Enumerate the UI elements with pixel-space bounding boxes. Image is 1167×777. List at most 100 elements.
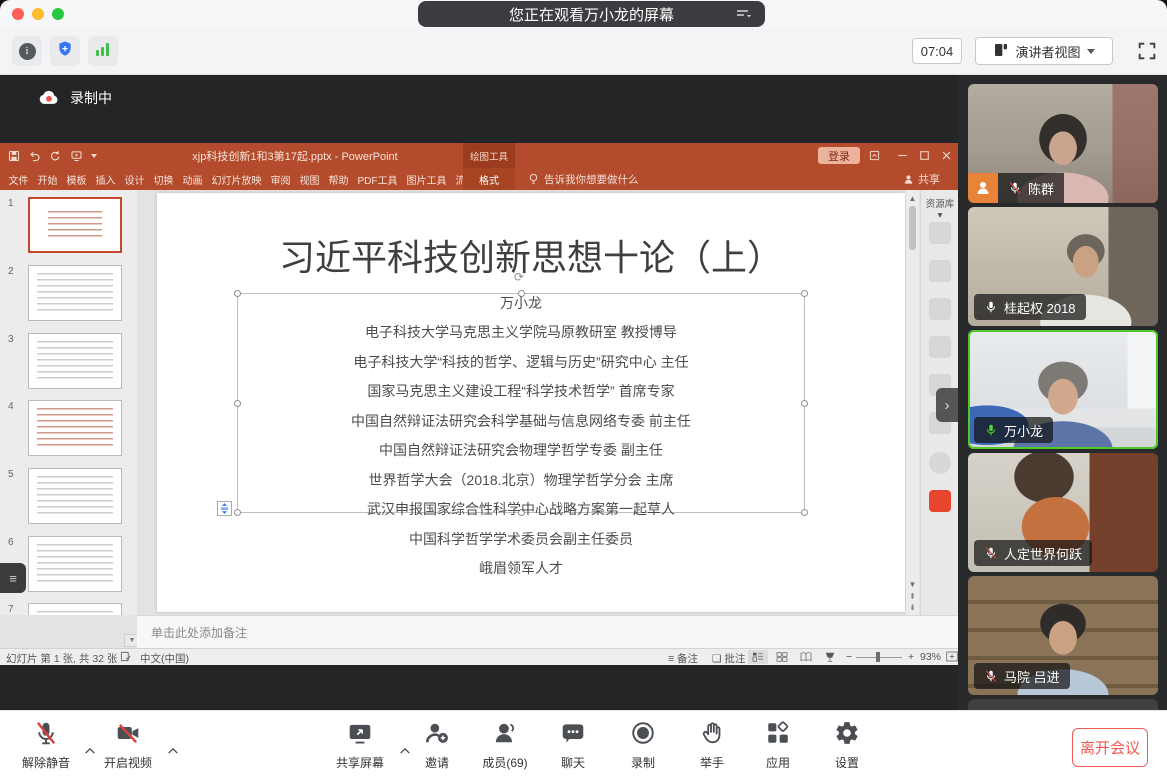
resize-handle[interactable] — [801, 400, 808, 407]
tell-me-box[interactable]: 告诉我你想要做什么 — [528, 168, 639, 190]
slideshow-view-button[interactable] — [820, 650, 840, 664]
resize-handle[interactable] — [234, 400, 241, 407]
panel-icon[interactable] — [929, 260, 951, 282]
floating-panel-handle[interactable]: ≡ — [0, 563, 26, 593]
ribbon-tab-picture-tools[interactable]: 图片工具 — [402, 168, 451, 190]
thumb-number: 2 — [8, 266, 14, 277]
slide-thumbnail-2[interactable] — [28, 265, 122, 321]
promo-icon[interactable] — [929, 490, 951, 512]
participant-tile-wanxiaolong[interactable]: 万小龙 — [968, 330, 1158, 449]
ribbon-tab-insert[interactable]: 插入 — [91, 168, 120, 190]
zoom-in-button[interactable]: + — [908, 651, 914, 663]
resource-library-button[interactable]: 资源库 ▾ — [923, 196, 957, 221]
ribbon-tab-view[interactable]: 视图 — [295, 168, 324, 190]
zoom-level[interactable]: 93% — [920, 651, 941, 663]
members-button[interactable]: 成员(69) — [467, 719, 543, 771]
settings-button[interactable]: 设置 — [809, 719, 885, 771]
participant-tile-partial[interactable] — [968, 699, 1158, 710]
slide-canvas[interactable]: 习近平科技创新思想十论（上） ⟳ 万小龙 电子科技大学马克思主义学院马原教研室 … — [157, 193, 905, 612]
ribbon-tab-transitions[interactable]: 切换 — [149, 168, 178, 190]
minimize-traffic-light[interactable] — [32, 8, 44, 20]
redo-icon[interactable] — [49, 150, 62, 162]
slide-scrollbar[interactable]: ▲ ▼ ⇞ ⇟ — [906, 190, 919, 615]
ribbon-tab-slideshow[interactable]: 幻灯片放映 — [207, 168, 266, 190]
spellcheck-icon[interactable] — [120, 651, 131, 665]
slide-text-line: 中国自然辩证法研究会物理学哲学专委 副主任 — [237, 440, 805, 460]
raise-hand-button[interactable]: 举手 — [674, 719, 750, 771]
previous-slide-icon[interactable]: ⇞ — [906, 592, 919, 601]
ribbon-tab-bar: 文件 开始 模板 插入 设计 切换 动画 幻灯片放映 审阅 视图 帮助 PDF工… — [0, 168, 958, 190]
language-indicator[interactable]: 中文(中国) — [140, 651, 189, 666]
ribbon-tab-animations[interactable]: 动画 — [178, 168, 207, 190]
minimize-button[interactable] — [894, 148, 910, 163]
ribbon-tab-pdf-tools[interactable]: PDF工具 — [353, 168, 402, 190]
participant-tile-lvjin[interactable]: 马院 吕进 — [968, 576, 1158, 695]
scroll-down-icon[interactable]: ▼ — [906, 580, 919, 589]
panel-icon[interactable] — [929, 452, 951, 474]
thumb-content — [37, 611, 113, 615]
network-quality-button[interactable] — [88, 36, 118, 66]
sidebar-collapse-button[interactable]: › — [936, 388, 958, 422]
scrollbar-thumb[interactable] — [909, 206, 916, 250]
panel-icon[interactable] — [929, 336, 951, 358]
login-button[interactable]: 登录 — [818, 147, 860, 164]
video-options-chevron[interactable] — [167, 742, 179, 760]
comments-toggle[interactable]: ❏ 批注 — [712, 651, 745, 666]
slide-thumbnail-3[interactable] — [28, 333, 122, 389]
meeting-info-button[interactable]: i — [12, 36, 42, 66]
slide-thumbnail-4[interactable] — [28, 400, 122, 456]
save-icon[interactable] — [8, 150, 20, 162]
maximize-button[interactable] — [916, 148, 932, 163]
ribbon-options-button[interactable] — [866, 148, 882, 163]
rotate-handle[interactable]: ⟳ — [514, 270, 528, 284]
layout-menu-icon[interactable] — [733, 6, 755, 22]
leave-meeting-button[interactable]: 离开会议 — [1072, 728, 1148, 767]
participant-name: 万小龙 — [1004, 421, 1043, 440]
ribbon-tab-file[interactable]: 文件 — [4, 168, 33, 190]
close-button[interactable] — [938, 148, 954, 163]
participant-tile-guiqiquan[interactable]: 桂起权 2018 — [968, 207, 1158, 326]
ribbon-tab-help[interactable]: 帮助 — [324, 168, 353, 190]
start-slideshow-icon[interactable] — [70, 150, 83, 162]
reading-view-button[interactable] — [796, 650, 816, 664]
ribbon-tab-format[interactable]: 格式 — [463, 168, 515, 190]
zoom-slider-thumb[interactable] — [876, 652, 880, 662]
participant-tile-heyue[interactable]: 人定世界何跃 — [968, 453, 1158, 572]
chat-button[interactable]: 聊天 — [535, 719, 611, 771]
unmute-button[interactable]: 解除静音 — [8, 719, 84, 771]
slide-thumbnail-6[interactable] — [28, 536, 122, 592]
share-screen-button[interactable]: 共享屏幕 — [322, 719, 398, 771]
slide-thumbnail-1[interactable] — [28, 197, 122, 253]
undo-icon[interactable] — [28, 150, 41, 162]
view-mode-button[interactable]: 演讲者视图 — [975, 37, 1113, 65]
participant-tile-chenqun[interactable]: 陈群 — [968, 84, 1158, 203]
next-slide-icon[interactable]: ⇟ — [906, 603, 919, 612]
autofit-options-button[interactable] — [217, 501, 232, 516]
ribbon-tab-home[interactable]: 开始 — [33, 168, 62, 190]
normal-view-button[interactable] — [748, 650, 768, 664]
slide-thumbnail-7[interactable] — [28, 603, 122, 615]
participant-name: 人定世界何跃 — [1004, 544, 1082, 563]
qat-dropdown-icon[interactable] — [91, 154, 97, 158]
zoom-out-button[interactable]: − — [846, 651, 852, 663]
ribbon-tab-template[interactable]: 模板 — [62, 168, 91, 190]
ribbon-tab-design[interactable]: 设计 — [120, 168, 149, 190]
ppt-share-button[interactable]: 共享 — [903, 168, 940, 190]
document-title-text: xjp科技创新1和3第17起.pptx - PowerPoint — [192, 148, 397, 164]
scroll-up-icon[interactable]: ▲ — [906, 194, 919, 203]
slide-sorter-view-button[interactable] — [772, 650, 792, 664]
start-video-button[interactable]: 开启视频 — [90, 719, 166, 771]
panel-icon[interactable] — [929, 222, 951, 244]
invite-button[interactable]: 邀请 — [399, 719, 475, 771]
notes-toggle[interactable]: ≡ 备注 — [668, 651, 698, 666]
security-button[interactable] — [50, 36, 80, 66]
apps-button[interactable]: 应用 — [740, 719, 816, 771]
panel-icon[interactable] — [929, 298, 951, 320]
zoom-traffic-light[interactable] — [52, 8, 64, 20]
close-traffic-light[interactable] — [12, 8, 24, 20]
fullscreen-button[interactable] — [1136, 40, 1158, 67]
record-button[interactable]: 录制 — [605, 719, 681, 771]
ribbon-tab-review[interactable]: 审阅 — [266, 168, 295, 190]
notes-pane[interactable]: 单击此处添加备注 — [137, 615, 958, 648]
slide-thumbnail-5[interactable] — [28, 468, 122, 524]
